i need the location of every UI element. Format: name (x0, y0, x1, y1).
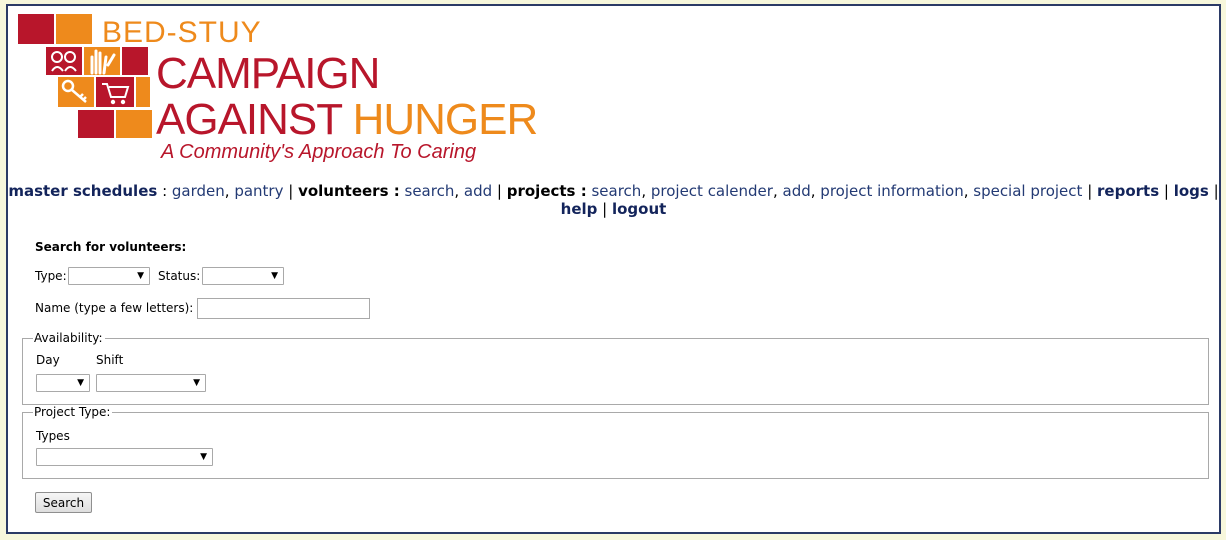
nav-volunteers-add[interactable]: add (464, 182, 492, 200)
logo-line-1: BED-STUY (102, 16, 262, 49)
dropdown-arrow-icon: ▼ (193, 378, 200, 388)
name-label: Name (type a few letters): (35, 301, 194, 315)
family-icon (51, 51, 77, 72)
logo-square (136, 77, 150, 107)
shift-label: Shift (96, 353, 124, 367)
availability-fieldset: Availability: (22, 331, 1209, 405)
dropdown-arrow-icon: ▼ (200, 452, 207, 462)
logo-tagline: A Community's Approach To Caring (161, 141, 477, 163)
logo-square (84, 47, 120, 75)
logo-line-2: CAMPAIGN (156, 49, 380, 98)
logo-word-against: AGAINST (156, 95, 342, 144)
key-icon (61, 79, 87, 103)
nav-volunteers-label: volunteers : (298, 182, 400, 200)
site-logo[interactable]: BED-STUY CAMPAIGN AGAINST HUNGER A Commu… (18, 14, 538, 164)
nav-master-schedules[interactable]: master schedules (8, 182, 157, 200)
types-select[interactable]: ▼ (36, 448, 213, 466)
dropdown-arrow-icon: ▼ (77, 378, 84, 388)
hands-icon (90, 49, 116, 75)
nav-logout[interactable]: logout (612, 200, 666, 218)
nav-projects-label: projects : (506, 182, 587, 200)
name-input[interactable] (197, 298, 370, 319)
nav-logs[interactable]: logs (1174, 182, 1209, 200)
shift-select[interactable]: ▼ (96, 374, 206, 392)
dropdown-arrow-icon: ▼ (271, 271, 278, 281)
project-type-legend: Project Type: (33, 405, 113, 419)
main-nav: master schedules : garden, pantry | volu… (8, 182, 1219, 218)
nav-master-garden[interactable]: garden (172, 182, 225, 200)
search-heading: Search for volunteers: (35, 240, 187, 254)
status-label: Status: (158, 269, 201, 283)
search-button[interactable]: Search (35, 492, 92, 513)
logo-square (116, 110, 152, 138)
nav-master-pantry[interactable]: pantry (234, 182, 283, 200)
dropdown-arrow-icon: ▼ (137, 271, 144, 281)
nav-projects-add[interactable]: add (783, 182, 811, 200)
nav-volunteers-search[interactable]: search (405, 182, 455, 200)
types-label: Types (36, 429, 70, 443)
logo-square (58, 77, 94, 107)
logo-square (122, 47, 148, 75)
logo-line-3: AGAINST HUNGER (156, 95, 539, 144)
logo-square (56, 14, 92, 44)
nav-project-information[interactable]: project information (820, 182, 963, 200)
page-frame: BED-STUY CAMPAIGN AGAINST HUNGER A Commu… (6, 4, 1221, 534)
logo-square (46, 47, 82, 75)
type-select[interactable]: ▼ (68, 267, 150, 285)
logo-square (18, 14, 54, 44)
nav-special-project[interactable]: special project (973, 182, 1082, 200)
day-label: Day (36, 353, 60, 367)
type-label: Type: (35, 269, 67, 283)
shopping-cart-icon (102, 83, 130, 105)
nav-help[interactable]: help (561, 200, 598, 218)
availability-legend: Availability: (33, 331, 105, 345)
project-type-fieldset: Project Type: (22, 405, 1209, 479)
logo-square (78, 110, 114, 138)
logo-square (96, 77, 134, 107)
logo-word-hunger: HUNGER (352, 95, 539, 144)
status-select[interactable]: ▼ (202, 267, 284, 285)
nav-projects-search[interactable]: search (591, 182, 641, 200)
nav-project-calender[interactable]: project calender (651, 182, 773, 200)
nav-reports[interactable]: reports (1097, 182, 1159, 200)
day-select[interactable]: ▼ (36, 374, 90, 392)
